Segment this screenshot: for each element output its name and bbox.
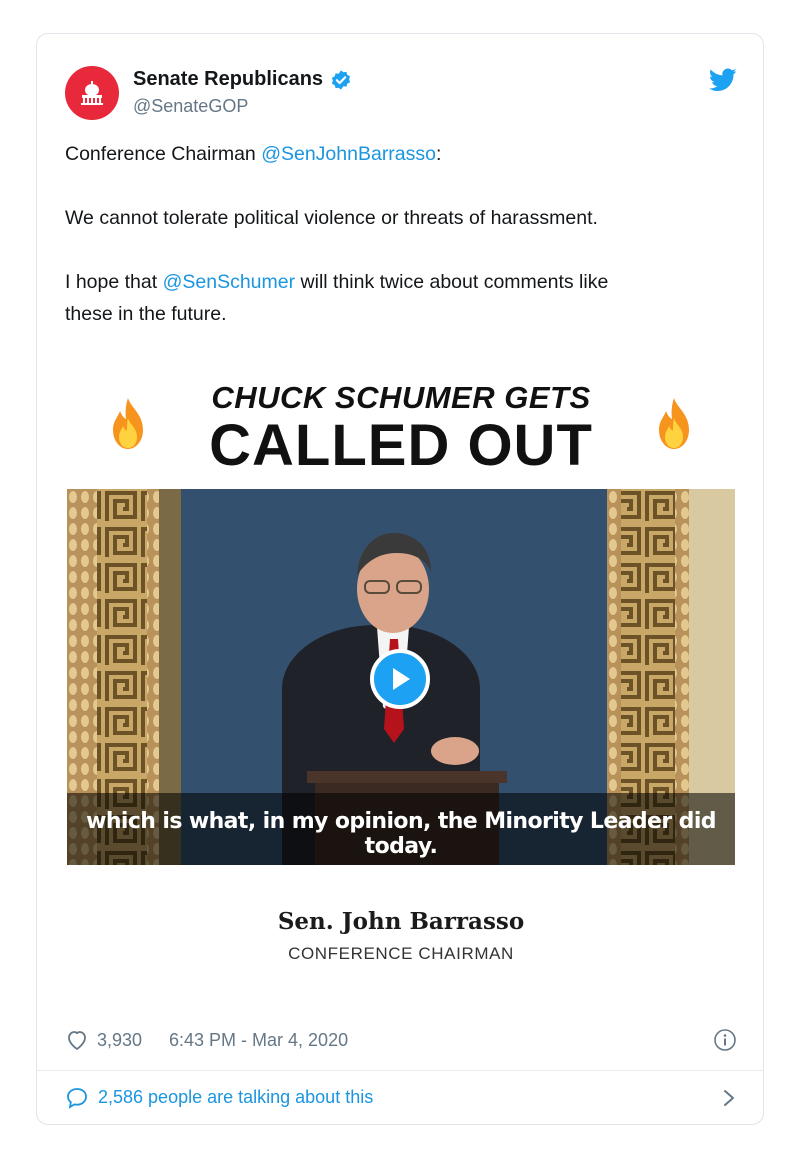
tweet-text-segment: : <box>436 143 442 165</box>
tweet-text: Conference Chairman @SenJohnBarrasso: We… <box>65 138 737 330</box>
video-media[interactable]: CHUCK SCHUMER GETS CALLED OUT which is w… <box>67 346 735 1014</box>
conversation-link[interactable]: 2,586 people are talking about this <box>65 1084 737 1114</box>
speaker-title: CONFERENCE CHAIRMAN <box>288 944 514 963</box>
video-frame[interactable]: which is what, in my opinion, the Minori… <box>67 489 735 865</box>
talking-count-link[interactable]: 2,586 people are talking about this <box>98 1087 373 1108</box>
tweet-meta: 3,930 6:43 PM - Mar 4, 2020 <box>65 1028 737 1058</box>
tweet-card: Senate Republicans @SenateGOP Conference… <box>36 33 764 1125</box>
video-caption: which is what, in my opinion, the Minori… <box>86 809 716 859</box>
headline-main: CALLED OUT <box>209 413 593 478</box>
tweet-text-segment: I hope that <box>65 271 163 293</box>
twitter-bird-icon[interactable] <box>709 68 737 92</box>
tweet-line-2: We cannot tolerate political violence or… <box>65 207 598 229</box>
tweet-header: Senate Republicans @SenateGOP <box>65 66 737 126</box>
like-count[interactable]: 3,930 <box>97 1030 142 1051</box>
tweet-line-1: Conference Chairman @SenJohnBarrasso: <box>65 138 737 170</box>
play-icon <box>393 668 410 690</box>
tweet-line-3: I hope that @SenSchumer will think twice… <box>65 266 737 298</box>
heart-icon[interactable] <box>65 1028 89 1052</box>
chevron-right-icon[interactable] <box>721 1088 737 1108</box>
tweet-text-segment: will think twice about comments like <box>295 271 609 293</box>
mention-barrasso-link[interactable]: @SenJohnBarrasso <box>261 143 436 165</box>
info-icon[interactable] <box>713 1028 737 1052</box>
account-handle[interactable]: @SenateGOP <box>133 96 248 117</box>
tweet-timestamp[interactable]: 6:43 PM - Mar 4, 2020 <box>169 1030 348 1051</box>
headline-top-text: CHUCK SCHUMER GETS <box>211 380 591 415</box>
fire-icon <box>659 398 689 449</box>
speaker-name: Sen. John Barrasso <box>277 908 525 935</box>
headline-top: CHUCK SCHUMER GETS <box>67 380 735 416</box>
speech-bubble-icon <box>67 1088 87 1109</box>
name-row: Senate Republicans <box>133 68 352 91</box>
fire-icon <box>113 398 143 449</box>
tweet-text-segment: Conference Chairman <box>65 143 262 165</box>
capitol-icon[interactable] <box>65 66 119 120</box>
display-name[interactable]: Senate Republicans <box>133 68 323 91</box>
tweet-line-4: these in the future. <box>65 303 227 325</box>
divider <box>37 1070 763 1071</box>
play-button[interactable] <box>370 649 430 709</box>
mention-schumer-link[interactable]: @SenSchumer <box>163 271 296 293</box>
verified-badge-icon <box>331 69 351 90</box>
